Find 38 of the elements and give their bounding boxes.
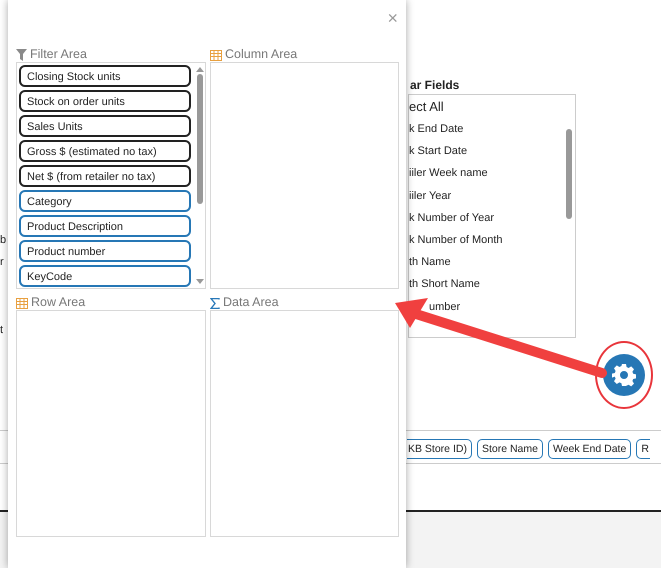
- field-chip[interactable]: Closing Stock units: [19, 65, 191, 87]
- field-list-item[interactable]: iiler Year: [409, 184, 452, 207]
- settings-icon: [612, 363, 636, 387]
- area-title: Column Area: [225, 47, 298, 61]
- field-chip[interactable]: Sales Units: [19, 115, 191, 137]
- field-chip[interactable]: KeyCode: [19, 265, 191, 287]
- select-all-item[interactable]: ect All: [409, 95, 575, 114]
- filter-icon: [16, 49, 27, 61]
- field-list-item[interactable]: th Short Name: [409, 273, 480, 296]
- field-chip[interactable]: Stock on order units: [19, 90, 191, 112]
- cut-off-text: t: [0, 324, 4, 336]
- field-list-item[interactable]: k Number of Month: [409, 229, 503, 252]
- field-list-item[interactable]: umber: [429, 296, 460, 318]
- field-list-item[interactable]: th Name: [409, 251, 451, 274]
- area-title: Row Area: [31, 295, 86, 309]
- field-list-item[interactable]: k End Date: [409, 118, 464, 140]
- cut-off-text: b: [0, 234, 6, 246]
- field-chip[interactable]: Week End Date: [548, 439, 632, 459]
- settings-button[interactable]: [603, 354, 645, 396]
- table-icon: [16, 298, 28, 309]
- field-list-item[interactable]: iiler Week name: [409, 162, 488, 185]
- field-chip[interactable]: Product number: [19, 240, 191, 262]
- table-icon: [210, 50, 222, 61]
- panel-title: ar Fields: [410, 78, 460, 92]
- field-chip[interactable]: Net $ (from retailer no tax): [19, 165, 191, 187]
- field-chip[interactable]: KB Store ID): [407, 439, 472, 459]
- field-chip[interactable]: Store Name: [476, 439, 543, 459]
- area-title: Filter Area: [30, 47, 87, 61]
- field-list-item[interactable]: k Start Date: [409, 140, 468, 162]
- field-chip[interactable]: Product Description: [19, 215, 191, 237]
- field-chip[interactable]: Gross $ (estimated no tax): [19, 140, 191, 162]
- scrollbar[interactable]: [196, 65, 204, 286]
- field-chip[interactable]: R: [636, 439, 650, 459]
- cut-off-text: r: [0, 256, 4, 268]
- field-list-item[interactable]: k Number of Year: [409, 206, 494, 230]
- sigma-icon: [210, 298, 220, 309]
- field-chip[interactable]: Category: [19, 190, 191, 212]
- area-title: Data Area: [223, 295, 279, 309]
